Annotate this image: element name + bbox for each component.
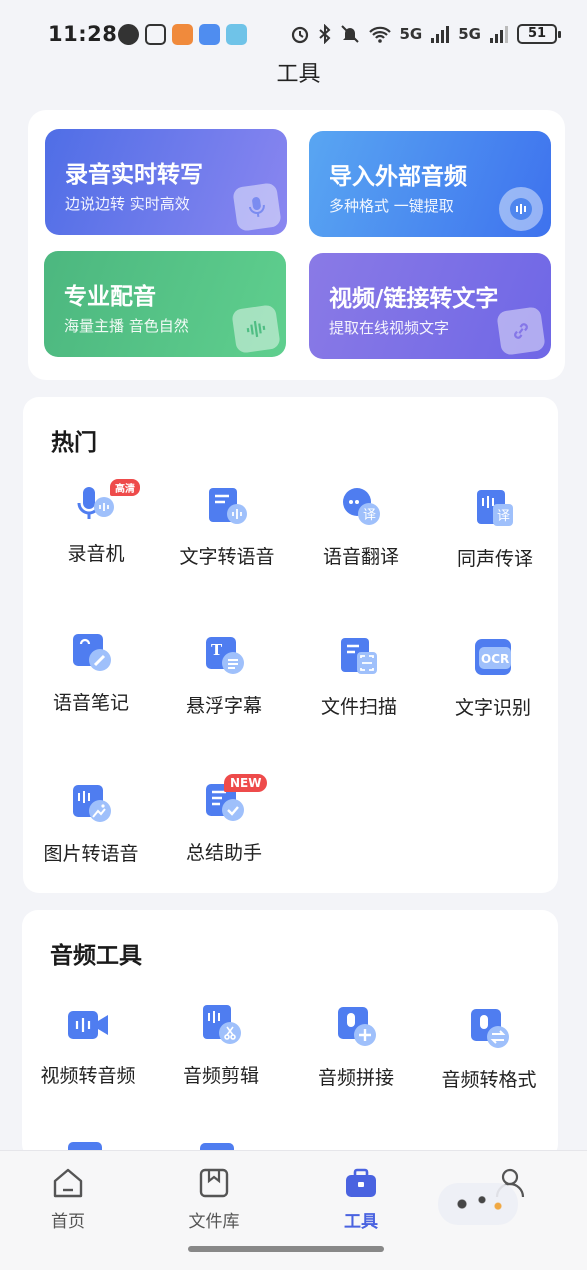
- tool-voice-note[interactable]: 语音笔记: [23, 630, 153, 750]
- tool-label: 文字识别: [454, 697, 531, 719]
- battery-indicator: 51: [517, 24, 561, 44]
- featured-card-subtitle: 提取在线视频文字: [329, 319, 450, 337]
- image-to-speech-icon: [73, 785, 111, 822]
- voice-translate-icon: 译: [343, 488, 380, 525]
- hd-tag: 高清: [110, 479, 140, 496]
- tool-label: 总结助手: [185, 842, 262, 864]
- tool-image-to-speech[interactable]: 图片转语音: [23, 781, 153, 901]
- hot-section: 热门 高清 录音机 文字转语音 译 语音翻译 译 同声传译 语音笔记 T 悬浮字…: [23, 397, 558, 893]
- tool-label: 悬浮字幕: [185, 695, 262, 717]
- nav-label: 首页: [51, 1212, 85, 1232]
- tool-summary-assistant[interactable]: NEW 总结助手: [156, 774, 286, 900]
- floating-subtitle-icon: T: [206, 637, 244, 674]
- audio-tools-section: 音频工具 视频转音频 音频剪辑 音频拼接 音频转格式: [22, 910, 558, 1160]
- signal-icon: [431, 26, 450, 43]
- svg-text:译: 译: [363, 508, 376, 523]
- wifi-icon: [368, 26, 391, 43]
- page-title: 工具: [276, 62, 321, 87]
- audio-wave-icon: [499, 187, 543, 231]
- new-tag: NEW: [224, 774, 268, 792]
- nav-label: 文件库: [188, 1212, 240, 1232]
- tool-label: 语音翻译: [322, 546, 399, 568]
- nfc-icon: [145, 24, 166, 45]
- featured-card-realtime-transcribe[interactable]: 录音实时转写 边说边转 实时高效: [45, 129, 287, 235]
- alarm-icon: [291, 26, 308, 44]
- app-blue-icon: [199, 24, 220, 45]
- mute-icon: [340, 25, 359, 43]
- status-app-icons: [118, 24, 247, 45]
- home-icon: [53, 1168, 83, 1198]
- file-library-icon: [199, 1168, 229, 1198]
- svg-text:译: 译: [497, 509, 510, 524]
- nav-label: 工具: [344, 1212, 378, 1232]
- audio-cut-icon: [203, 1005, 241, 1044]
- microphone-icon: [232, 182, 282, 232]
- file-scan-icon: [341, 638, 377, 674]
- tool-label: 文件扫描: [320, 696, 397, 718]
- tool-label: 语音笔记: [52, 692, 129, 714]
- voice-wave-icon: [231, 304, 281, 354]
- text-to-speech-icon: [209, 488, 247, 524]
- video-to-audio-icon: [68, 1011, 108, 1039]
- tool-label: 音频转格式: [441, 1069, 537, 1091]
- tool-audio-cut[interactable]: 音频剪辑: [153, 1003, 283, 1123]
- tool-voice-translate[interactable]: 译 语音翻译: [293, 484, 423, 604]
- audio-convert-icon: [471, 1009, 509, 1048]
- mascot-doodle-icon: [438, 1183, 518, 1225]
- featured-panel: 录音实时转写 边说边转 实时高效 导入外部音频 多种格式 一键提取 专业配音 海…: [28, 110, 565, 380]
- audio-merge-icon: [338, 1007, 376, 1046]
- tool-label: 同声传译: [456, 548, 533, 570]
- ocr-icon: OCR: [475, 639, 511, 675]
- tool-audio-convert[interactable]: 音频转格式: [421, 1007, 551, 1127]
- home-indicator[interactable]: [188, 1246, 384, 1252]
- notification-app-icon: [118, 24, 139, 45]
- featured-card-title: 专业配音: [64, 284, 156, 310]
- signal-5g-label: 5G: [399, 25, 423, 43]
- nav-tools[interactable]: 工具: [321, 1159, 401, 1232]
- signal-5g-label-2: 5G: [458, 25, 481, 43]
- featured-card-subtitle: 多种格式 一键提取: [329, 197, 454, 215]
- tool-label: 音频剪辑: [182, 1065, 259, 1087]
- toolbox-icon: [346, 1168, 376, 1197]
- featured-card-title: 录音实时转写: [65, 162, 203, 188]
- featured-card-import-audio[interactable]: 导入外部音频 多种格式 一键提取: [309, 131, 551, 237]
- featured-card-title: 视频/链接转文字: [329, 286, 499, 312]
- featured-card-video-link-to-text[interactable]: 视频/链接转文字 提取在线视频文字: [309, 253, 551, 359]
- signal-icon-2: [490, 26, 508, 43]
- tool-label: 音频拼接: [317, 1067, 394, 1089]
- tool-text-to-speech[interactable]: 文字转语音: [159, 484, 289, 604]
- tool-recorder[interactable]: 高清 录音机: [28, 479, 158, 601]
- tool-label: 视频转音频: [40, 1065, 136, 1087]
- featured-card-subtitle: 边说边转 实时高效: [65, 195, 190, 213]
- tool-simultaneous-interpretation[interactable]: 译 同声传译: [427, 486, 557, 606]
- tool-label: 图片转语音: [43, 843, 139, 865]
- link-icon: [496, 306, 546, 356]
- status-right: 5G 5G 51: [290, 24, 561, 44]
- tool-video-to-audio[interactable]: 视频转音频: [20, 1003, 150, 1123]
- featured-card-pro-dubbing[interactable]: 专业配音 海量主播 音色自然: [44, 251, 286, 357]
- simultaneous-interpretation-icon: 译: [477, 490, 513, 526]
- nav-file-library[interactable]: 文件库: [174, 1159, 254, 1232]
- tool-audio-merge[interactable]: 音频拼接: [288, 1005, 418, 1125]
- section-title: 音频工具: [50, 943, 142, 969]
- tool-ocr[interactable]: OCR 文字识别: [425, 635, 555, 755]
- tool-file-scan[interactable]: 文件扫描: [291, 634, 421, 754]
- voice-note-icon: [73, 634, 111, 671]
- section-title: 热门: [51, 430, 97, 456]
- app-book-icon: [226, 24, 247, 45]
- tool-label: 录音机: [67, 543, 125, 565]
- svg-text:OCR: OCR: [481, 652, 509, 666]
- app-heart-icon: [172, 24, 193, 45]
- bottom-nav: 首页 文件库 工具: [0, 1150, 587, 1270]
- nav-home[interactable]: 首页: [28, 1159, 108, 1232]
- status-time: 11:28: [48, 22, 118, 46]
- svg-text:T: T: [211, 641, 223, 659]
- status-bar: 11:28 5G 5G 51: [0, 0, 587, 60]
- tool-label: 文字转语音: [179, 546, 275, 568]
- tool-floating-subtitle[interactable]: T 悬浮字幕: [156, 633, 286, 753]
- featured-card-title: 导入外部音频: [329, 164, 467, 190]
- bluetooth-icon: [318, 24, 330, 44]
- featured-card-subtitle: 海量主播 音色自然: [64, 317, 189, 335]
